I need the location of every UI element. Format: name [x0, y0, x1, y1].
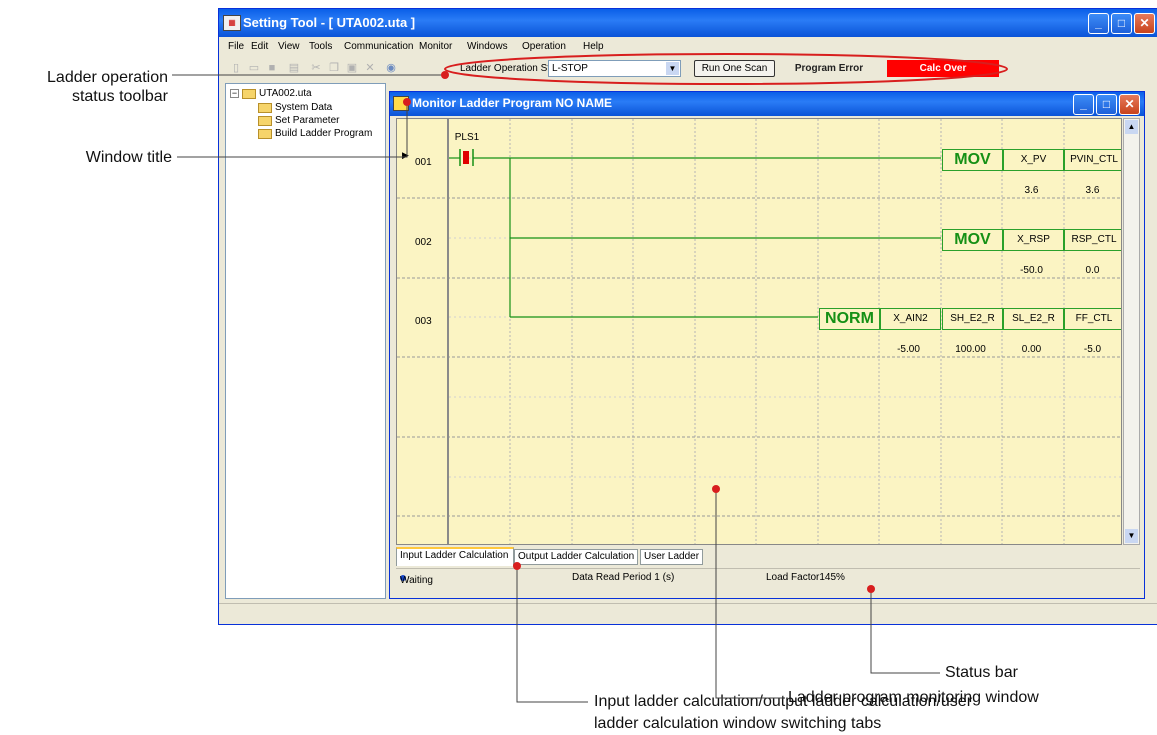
tree-root-label: UTA002.uta: [259, 88, 312, 99]
rung-number: 001: [415, 157, 432, 168]
copy-icon[interactable]: ❐: [327, 62, 341, 75]
new-file-icon[interactable]: ▯: [229, 62, 243, 75]
child-close-button[interactable]: ✕: [1119, 94, 1140, 115]
folder-icon: [258, 128, 272, 139]
tree-item-system-data[interactable]: System Data: [258, 102, 332, 113]
calc-over-indicator: Calc Over: [887, 60, 999, 77]
scroll-up-icon[interactable]: ▲: [1125, 120, 1138, 134]
save-icon[interactable]: ■: [265, 62, 279, 75]
tree-root[interactable]: − UTA002.uta: [230, 88, 312, 99]
project-tree: − UTA002.uta System Data Set Parameter B…: [225, 83, 386, 599]
menu-monitor[interactable]: Monitor: [419, 41, 452, 52]
operand-cell[interactable]: FF_CTL: [1064, 308, 1121, 330]
contact-label: PLS1: [454, 132, 480, 143]
operand-cell[interactable]: PVIN_CTL: [1064, 149, 1121, 171]
chevron-down-icon[interactable]: ▼: [666, 62, 679, 75]
tree-item-label: Build Ladder Program: [275, 128, 373, 139]
instruction-block[interactable]: MOV: [942, 229, 1003, 251]
ladder-grid: [397, 119, 1121, 544]
operand-value: -5.0: [1083, 344, 1102, 355]
folder-icon: [258, 102, 272, 113]
folder-icon: [258, 115, 272, 126]
run-one-scan-button[interactable]: Run One Scan: [694, 60, 775, 77]
annotation-status-toolbar: Ladder operation status toolbar: [47, 69, 168, 105]
operand-cell[interactable]: X_PV: [1003, 149, 1064, 171]
rung-number: 003: [415, 316, 432, 327]
status-state: Waiting: [400, 575, 433, 586]
tree-item-label: System Data: [275, 102, 333, 113]
main-window-title: Setting Tool - [ UTA002.uta ]: [243, 15, 416, 30]
menu-file[interactable]: File: [228, 41, 244, 52]
paste-icon[interactable]: ▣: [345, 62, 359, 75]
setting-tool-window: ▦ Setting Tool - [ UTA002.uta ] _ □ ✕ Fi…: [218, 8, 1157, 625]
operand-cell[interactable]: X_RSP: [1003, 229, 1064, 251]
menu-tools[interactable]: Tools: [309, 41, 332, 52]
main-status-bar: [219, 603, 1157, 624]
status-load: Load Factor145%: [766, 572, 845, 583]
print-icon[interactable]: ▤: [287, 62, 301, 75]
tab-user-ladder[interactable]: User Ladder: [640, 549, 703, 565]
annotation-tabs-line1: Input ladder calculation/output ladder c…: [594, 693, 973, 710]
child-titlebar[interactable]: Monitor Ladder Program NO NAME _ □ ✕: [390, 92, 1144, 116]
operand-value: 3.6: [1085, 185, 1100, 196]
operand-value: 3.6: [1024, 185, 1039, 196]
ladder-status-select[interactable]: L-STOP ▼: [548, 60, 681, 77]
operand-value: 0.0: [1085, 265, 1100, 276]
child-window-title: Monitor Ladder Program NO NAME: [412, 96, 613, 110]
program-error-indicator: Program Error: [794, 63, 864, 74]
menu-windows[interactable]: Windows: [467, 41, 508, 52]
window-icon: [393, 96, 409, 111]
rung-number: 002: [415, 237, 432, 248]
ladder-status-value: L-STOP: [552, 63, 588, 74]
monitor-ladder-window: Monitor Ladder Program NO NAME _ □ ✕ 001…: [389, 91, 1145, 599]
minimize-button[interactable]: _: [1088, 13, 1109, 34]
tree-item-build-ladder[interactable]: Build Ladder Program: [258, 128, 372, 139]
scroll-down-icon[interactable]: ▼: [1125, 529, 1138, 543]
operand-value: -5.00: [897, 344, 920, 355]
operand-cell[interactable]: SL_E2_R: [1003, 308, 1064, 330]
open-folder-icon[interactable]: ▭: [247, 62, 261, 75]
vertical-scrollbar[interactable]: ▲ ▼: [1123, 118, 1140, 545]
rung-pointer-icon: ▶: [402, 150, 409, 160]
communication-icon[interactable]: ◉: [384, 62, 398, 75]
operand-cell[interactable]: RSP_CTL: [1064, 229, 1121, 251]
ladder-canvas[interactable]: 001 002 003 ▶ PLS1 MOV X_PV PVIN_CTL 3.6…: [396, 118, 1122, 545]
close-button[interactable]: ✕: [1134, 13, 1155, 34]
menu-communication[interactable]: Communication: [344, 41, 413, 52]
tab-output-ladder[interactable]: Output Ladder Calculation: [514, 549, 638, 565]
operand-value: 100.00: [955, 344, 986, 355]
operand-cell[interactable]: SH_E2_R: [942, 308, 1003, 330]
menu-edit[interactable]: Edit: [251, 41, 268, 52]
menu-operation[interactable]: Operation: [522, 41, 566, 52]
folder-icon: [242, 88, 256, 99]
tree-item-label: Set Parameter: [275, 115, 340, 126]
app-icon: ▦: [223, 15, 241, 31]
menu-help[interactable]: Help: [583, 41, 604, 52]
menubar: File Edit View Tools Communication Monit…: [219, 37, 1157, 57]
instruction-block[interactable]: MOV: [942, 149, 1003, 171]
child-maximize-button[interactable]: □: [1096, 94, 1117, 115]
cut-icon[interactable]: ✂: [309, 62, 323, 75]
status-period: Data Read Period 1 (s): [572, 572, 675, 583]
menu-view[interactable]: View: [278, 41, 300, 52]
child-minimize-button[interactable]: _: [1073, 94, 1094, 115]
tab-input-ladder[interactable]: Input Ladder Calculation: [396, 547, 514, 566]
collapse-icon[interactable]: −: [230, 89, 239, 98]
delete-icon[interactable]: ✕: [363, 62, 377, 75]
instruction-block[interactable]: NORM: [819, 308, 880, 330]
operand-value: -50.0: [1020, 265, 1043, 276]
annotation-tabs-line2: ladder calculation window switching tabs: [594, 715, 882, 732]
maximize-button[interactable]: □: [1111, 13, 1132, 34]
annotation-window-title: Window title: [85, 149, 172, 166]
operand-cell[interactable]: X_AIN2: [880, 308, 941, 330]
tree-item-set-parameter[interactable]: Set Parameter: [258, 115, 339, 126]
child-status-bar: Waiting Data Read Period 1 (s) Load Fact…: [396, 568, 1140, 587]
annotation-status-bar: Status bar: [945, 664, 1018, 681]
main-titlebar[interactable]: ▦ Setting Tool - [ UTA002.uta ] _ □ ✕: [219, 9, 1157, 37]
operand-value: 0.00: [1021, 344, 1042, 355]
toolbar: ▯ ▭ ■ ▤ ✂ ❐ ▣ ✕ ◉ Ladder Operation Statu…: [219, 57, 1157, 81]
